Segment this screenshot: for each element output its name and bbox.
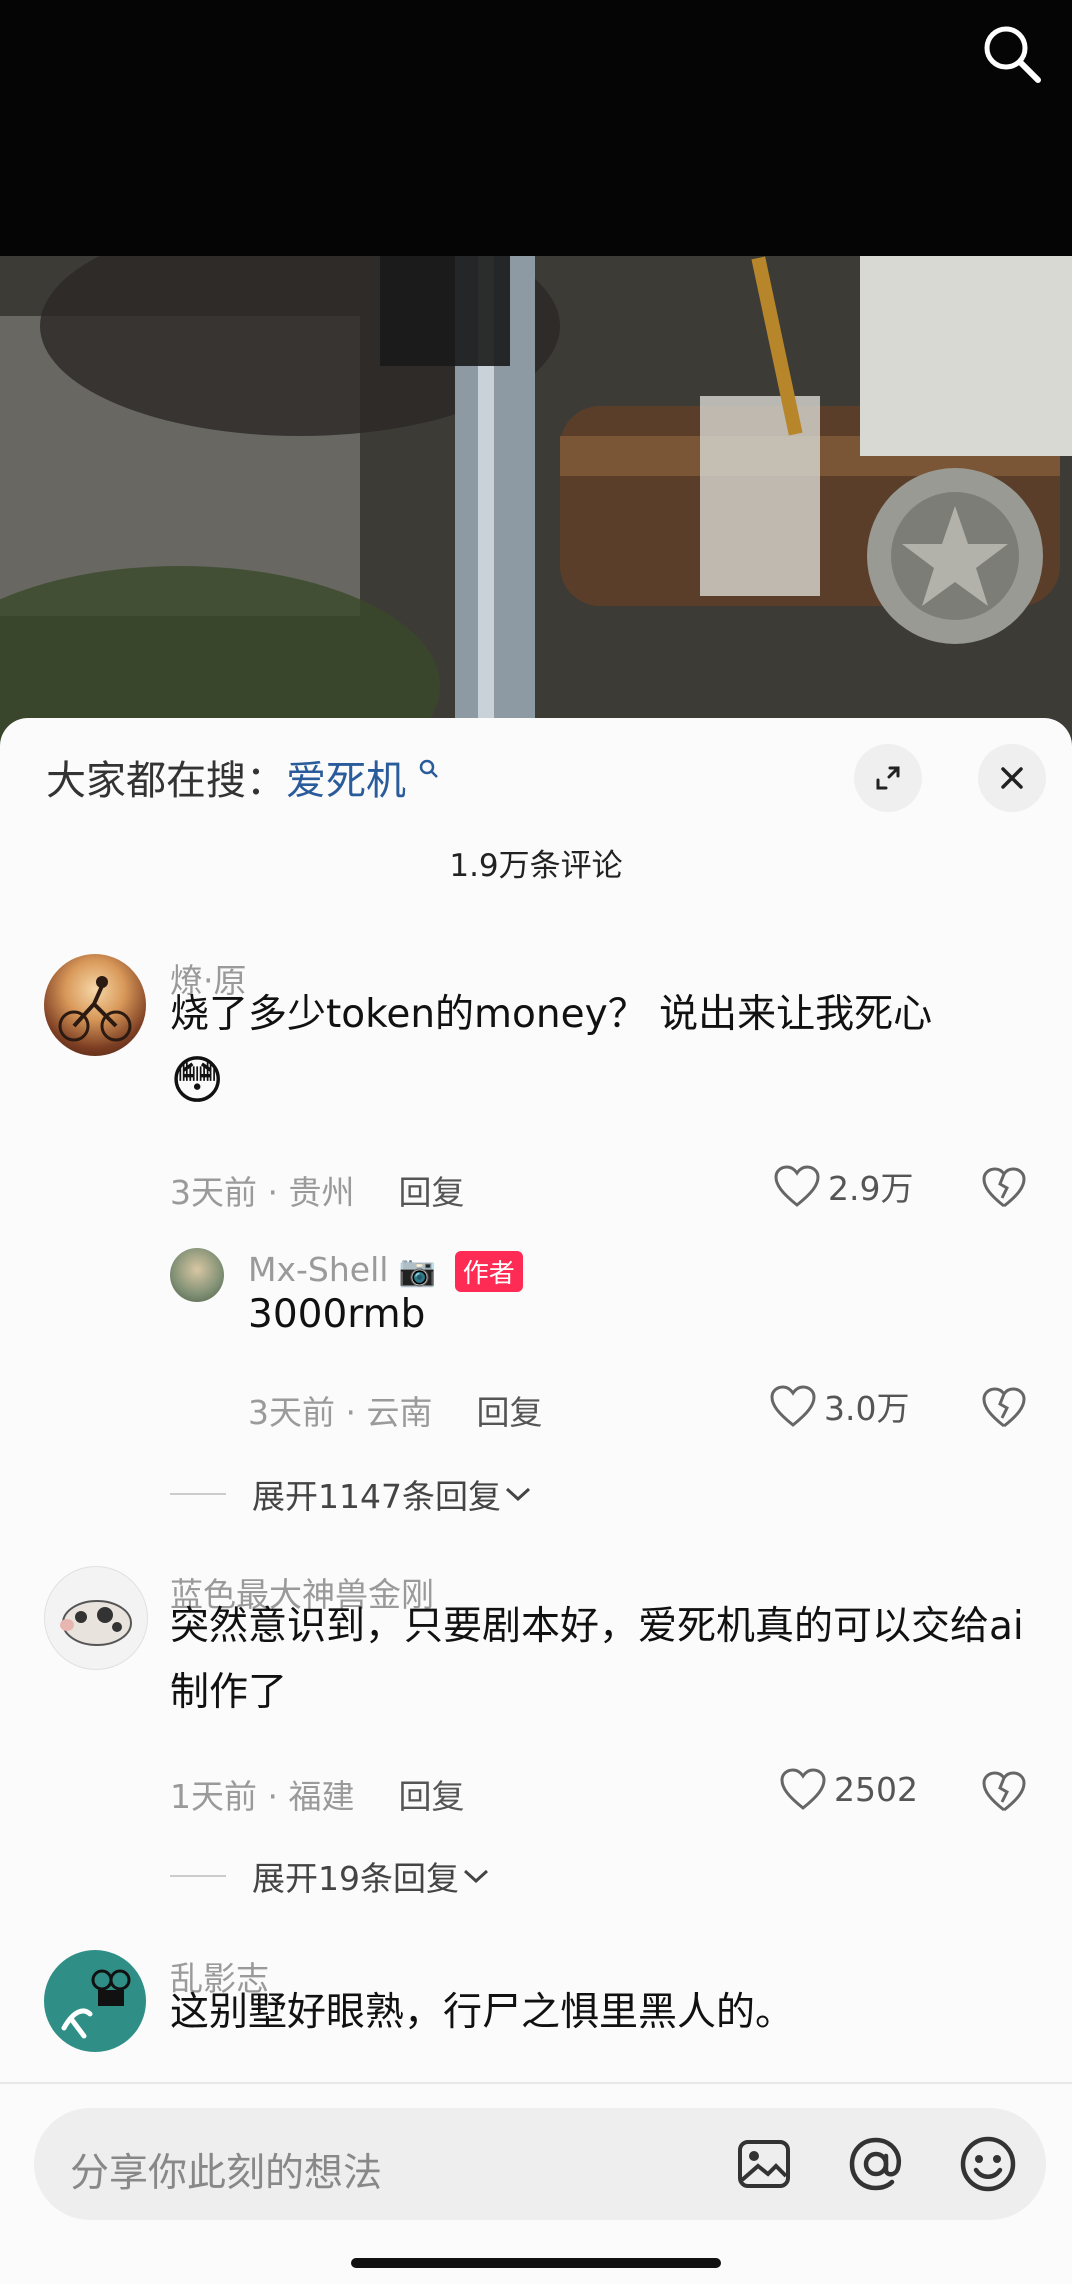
comment-time: 3天前 (170, 1173, 257, 1212)
reply-button[interactable]: 回复 (476, 1393, 542, 1432)
reply-meta: 3天前 · 云南 回复 (248, 1393, 543, 1432)
trending-keyword[interactable]: 爱死机 (286, 758, 406, 804)
close-sheet-button[interactable] (978, 744, 1046, 812)
comment-input[interactable]: 分享你此刻的想法 (34, 2108, 1046, 2220)
heart-icon (770, 1385, 816, 1427)
close-icon (1001, 767, 1023, 789)
comment-input-bar: 分享你此刻的想法 (0, 2082, 1072, 2284)
like-button[interactable]: 3.0万 (768, 1382, 909, 1430)
home-indicator[interactable] (351, 2258, 721, 2268)
like-button[interactable]: 2502 (778, 1766, 918, 1812)
expand-icon (876, 766, 900, 790)
heart-icon (774, 1165, 820, 1207)
comment-meta: 3天前 · 贵州 回复 (170, 1173, 465, 1212)
video-frame[interactable] (0, 256, 1072, 746)
comment-text: 突然意识到，只要剧本好，爱死机真的可以交给ai制作了 (170, 1604, 1024, 1715)
reply-location: 云南 (366, 1393, 433, 1432)
mention-icon[interactable] (846, 2134, 906, 2198)
expand-replies-button[interactable]: 展开19条回复 (170, 1852, 493, 1900)
like-button[interactable]: 2.9万 (772, 1162, 913, 1210)
avatar[interactable] (44, 1950, 146, 2052)
comment-time: 1天前 (170, 1777, 257, 1816)
comment-count: 1.9万条评论 (449, 848, 623, 884)
broken-heart-icon (982, 1167, 1026, 1208)
trending-search[interactable]: 大家都在搜：爱死机 (46, 748, 440, 806)
broken-heart-icon (982, 1387, 1026, 1428)
divider-line (170, 1493, 226, 1495)
search-icon[interactable] (980, 22, 1044, 86)
heart-icon (780, 1768, 826, 1810)
like-count: 3.0万 (824, 1389, 910, 1428)
divider-line (170, 1875, 226, 1877)
dislike-button[interactable] (980, 1166, 1028, 1214)
input-placeholder: 分享你此刻的想法 (70, 2151, 383, 2196)
trending-label: 大家都在搜： (46, 758, 286, 804)
reply-text: 3000rmb (248, 1292, 426, 1337)
emoji-flushed-icon: 😳 (170, 1051, 225, 1111)
comment-location: 福建 (288, 1777, 355, 1816)
like-count: 2.9万 (828, 1169, 914, 1208)
chevron-down-icon (505, 1487, 530, 1502)
comment-text: 这别墅好眼熟，行尸之惧里黑人的。 (170, 1990, 795, 2035)
reply-time: 3天前 (248, 1393, 335, 1432)
expand-sheet-button[interactable] (854, 744, 922, 812)
comment-text: 烧了多少token的money？ 说出来让我死心 (170, 992, 933, 1037)
search-small-icon (410, 758, 440, 786)
dislike-button[interactable] (980, 1386, 1028, 1434)
like-count: 2502 (834, 1769, 918, 1809)
broken-heart-icon (982, 1771, 1026, 1812)
emoji-icon[interactable] (958, 2134, 1018, 2198)
dislike-button[interactable] (980, 1770, 1028, 1818)
avatar[interactable] (44, 954, 146, 1056)
reply-button[interactable]: 回复 (398, 1777, 464, 1816)
video-top-black (0, 0, 1072, 256)
avatar[interactable] (170, 1248, 224, 1302)
chevron-down-icon (463, 1869, 489, 1884)
expand-replies-label: 展开19条回复 (252, 1859, 459, 1898)
comment-location: 贵州 (288, 1173, 355, 1212)
avatar[interactable] (44, 1566, 148, 1670)
comment-meta: 1天前 · 福建 回复 (170, 1777, 465, 1816)
expand-replies-button[interactable]: 展开1147条回复 (170, 1470, 535, 1518)
reply-button[interactable]: 回复 (398, 1173, 464, 1212)
expand-replies-label: 展开1147条回复 (252, 1477, 501, 1516)
image-icon[interactable] (736, 2136, 792, 2196)
comments-sheet: 大家都在搜：爱死机 1.9万条评论 燎·原 烧了多少token的money？ 说… (0, 718, 1072, 2282)
